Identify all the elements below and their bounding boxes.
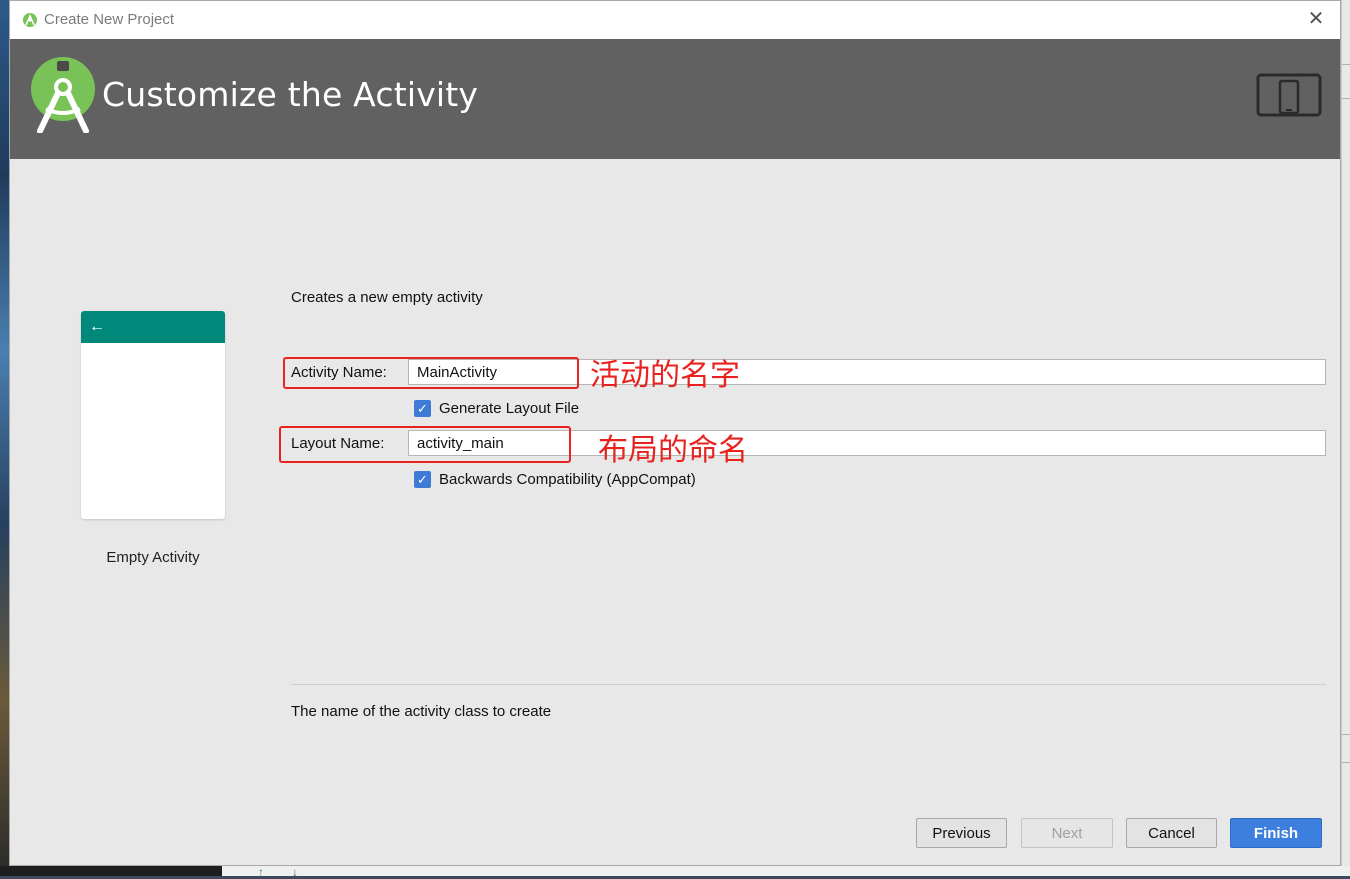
android-studio-logo-icon [31,57,95,133]
activity-name-highlight [283,357,579,389]
activity-template-preview: ← [81,311,225,519]
title-bar: Create New Project ✕ [10,1,1340,39]
close-icon[interactable]: ✕ [1306,9,1326,29]
backwards-compat-checkbox[interactable]: ✓ [414,471,431,488]
generate-layout-checkbox[interactable]: ✓ [414,400,431,417]
template-name: Empty Activity [106,549,200,566]
page-heading: Customize the Activity [102,75,479,114]
generate-layout-label: Generate Layout File [439,400,580,417]
backwards-compat-label: Backwards Compatibility (AppCompat) [439,471,696,488]
cancel-button[interactable]: Cancel [1126,818,1217,848]
template-description: Creates a new empty activity [291,289,483,306]
up-arrow-icon: ↑ [258,865,264,879]
field-help-text: The name of the activity class to create [291,703,552,720]
layout-name-annotation: 布局的命名 [598,433,748,468]
preview-app-bar: ← [81,311,225,343]
activity-name-annotation: 活动的名字 [590,358,740,393]
window-title: Create New Project [44,11,175,28]
create-project-dialog: Create New Project ✕ Customize the Activ… [9,0,1341,866]
desktop-background-left [0,0,9,876]
divider [291,684,1326,685]
android-studio-icon [23,13,37,27]
finish-button[interactable]: Finish [1230,818,1322,848]
desktop-background-right [1341,0,1350,876]
down-arrow-icon: ↓ [292,865,298,879]
tablet-phone-icon [1256,73,1322,117]
next-button[interactable]: Next [1021,818,1113,848]
back-arrow-icon: ← [89,318,105,335]
taskbar-region [0,866,222,876]
desktop-background-bottom: ↑ ↓ [0,865,1350,879]
layout-name-highlight [279,426,571,463]
previous-button[interactable]: Previous [916,818,1007,848]
wizard-header: Customize the Activity [10,39,1340,159]
